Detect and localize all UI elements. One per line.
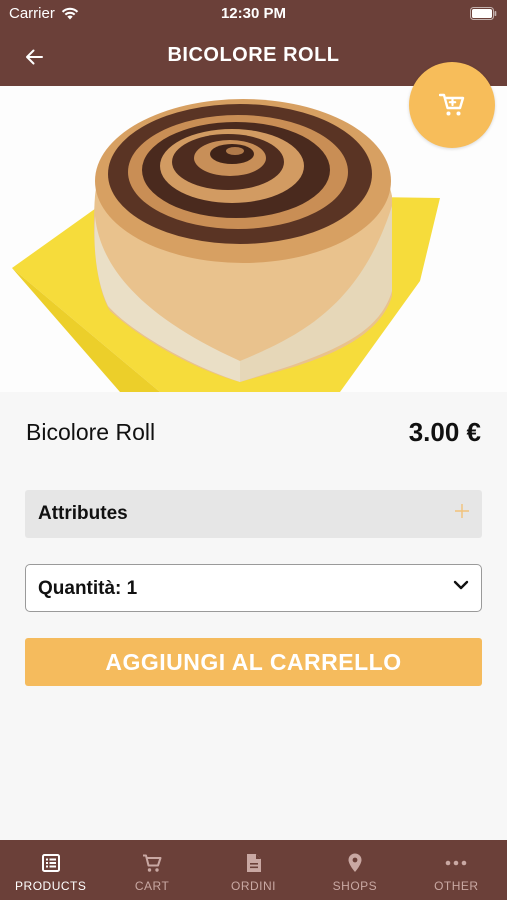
cart-icon (143, 854, 162, 872)
status-time: 12:30 PM (220, 5, 287, 22)
tab-ordini[interactable]: ORDINI (203, 840, 304, 900)
attributes-label: Attributes (38, 503, 128, 524)
tab-products[interactable]: PRODUCTS (0, 840, 101, 900)
cart-fab-button[interactable] (409, 62, 495, 148)
tab-cart[interactable]: CART (101, 840, 202, 900)
tab-ordini-label: ORDINI (231, 879, 277, 893)
list-icon (41, 854, 60, 872)
plus-icon (455, 504, 469, 518)
status-bar: Carrier 12:30 PM (0, 0, 507, 28)
battery-icon (470, 7, 497, 24)
tab-other-label: OTHER (434, 879, 479, 893)
page-title: BICOLORE ROLL (167, 44, 340, 66)
quantity-select[interactable]: Quantità: 1 (25, 564, 482, 612)
chevron-down-icon (453, 580, 469, 590)
map-pin-icon (348, 853, 362, 872)
tab-other[interactable]: OTHER (406, 840, 507, 900)
product-price: 3.00 € (408, 417, 481, 447)
more-icon (446, 860, 467, 866)
tab-cart-label: CART (134, 879, 170, 893)
attributes-accordion[interactable]: Attributes (25, 490, 482, 538)
tab-bar: PRODUCTS CART ORDINI SHOPS OTHER (0, 840, 507, 900)
cart-icon (439, 93, 465, 116)
tab-shops[interactable]: SHOPS (304, 840, 405, 900)
quantity-label: Quantità: 1 (38, 578, 138, 599)
tab-products-label: PRODUCTS (15, 879, 87, 893)
document-icon (246, 854, 261, 872)
add-to-cart-button[interactable]: AGGIUNGI AL CARRELLO (25, 638, 482, 686)
tab-shops-label: SHOPS (332, 879, 378, 893)
product-name: Bicolore Roll (26, 419, 156, 445)
